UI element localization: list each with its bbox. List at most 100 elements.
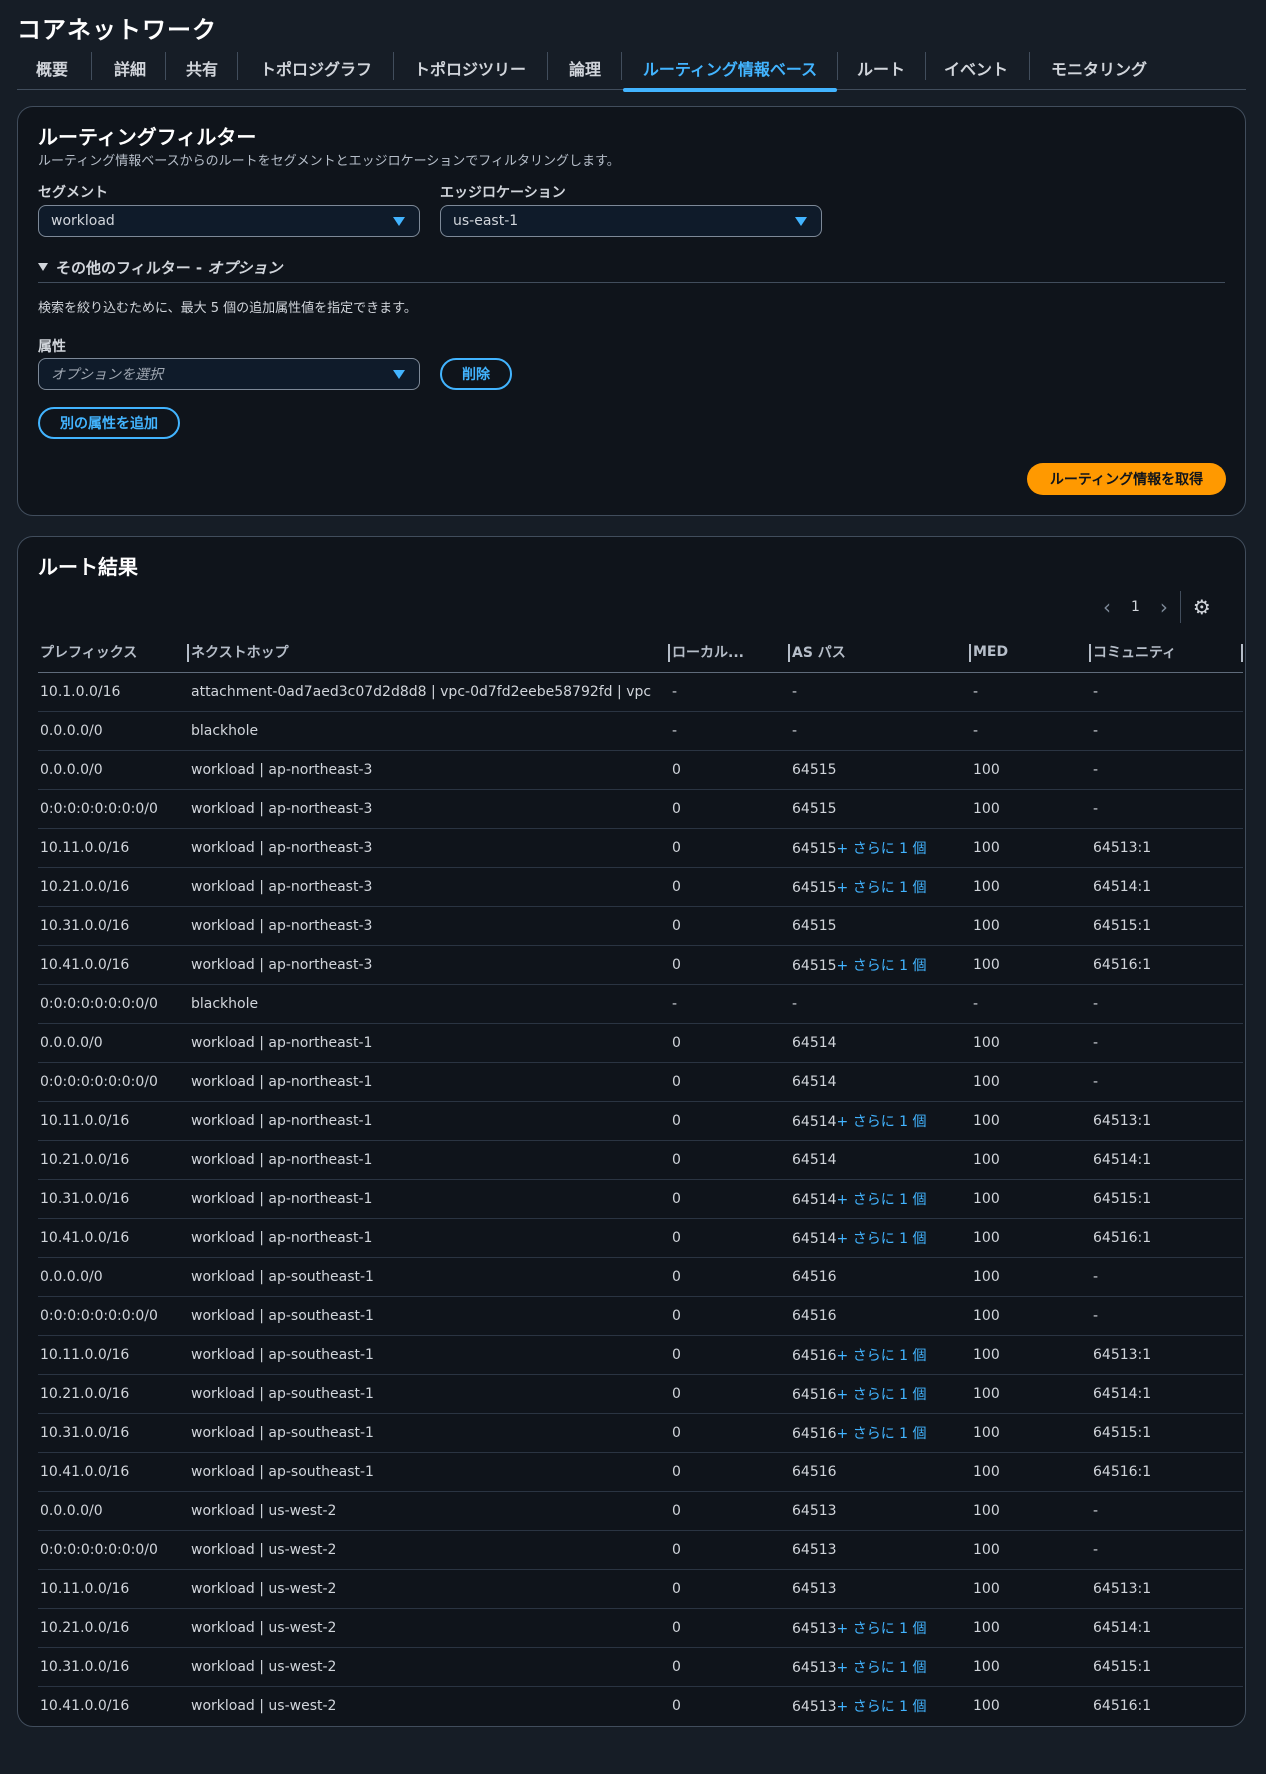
next-hop-cell-value: workload | us-west-2 xyxy=(191,1619,337,1636)
med-cell-value: 100 xyxy=(973,1190,1000,1207)
community-cell-value: - xyxy=(1093,1268,1099,1285)
as-path-cell: - xyxy=(790,711,971,751)
community-cell-value: - xyxy=(1093,683,1099,700)
community-cell: 64514:1 xyxy=(1091,1140,1243,1180)
next-hop-cell-value: workload | ap-northeast-3 xyxy=(191,878,373,895)
as-path-cell: 64516+ さらに 1 個 xyxy=(790,1413,971,1453)
prefix-cell: 0.0.0.0/0 xyxy=(38,711,189,751)
as-path-cell: 64513+ さらに 1 個 xyxy=(790,1647,971,1687)
prefix-cell-value: 10.41.0.0/16 xyxy=(40,1463,130,1480)
next-hop-cell-value: workload | ap-southeast-1 xyxy=(191,1424,374,1441)
as-path-more-link[interactable]: + さらに 1 個 xyxy=(837,1621,927,1637)
as-path-more-link[interactable]: + さらに 1 個 xyxy=(837,1192,927,1208)
column-header-next-hop[interactable]: ネクストホップ xyxy=(189,632,670,673)
column-header-med[interactable]: MED xyxy=(971,632,1091,673)
as-path-more-link[interactable]: + さらに 1 個 xyxy=(837,1660,927,1676)
column-header-local-preference[interactable]: ローカル... xyxy=(670,632,790,673)
prefix-cell-value: 10.21.0.0/16 xyxy=(40,1385,130,1402)
column-header-community[interactable]: コミュニティ xyxy=(1091,632,1243,673)
prefix-cell: 10.41.0.0/16 xyxy=(38,1218,189,1258)
local-preference-cell-value: 0 xyxy=(672,1307,681,1324)
local-preference-cell: 0 xyxy=(670,945,790,985)
as-path-cell: 64515 xyxy=(790,750,971,790)
community-cell: - xyxy=(1091,711,1243,751)
table-row: 10.11.0.0/16 workload | ap-northeast-1 0 64… xyxy=(38,1101,1243,1141)
gear-icon[interactable]: ⚙ xyxy=(1193,595,1211,619)
column-header-prefix[interactable]: プレフィックス xyxy=(38,632,189,673)
as-path-more-link[interactable]: + さらに 1 個 xyxy=(837,880,927,896)
tab-logical[interactable]: 論理 xyxy=(549,46,621,90)
table-row: 0:0:0:0:0:0:0:0/0 workload | ap-southeast… xyxy=(38,1296,1243,1336)
as-path-more-link[interactable]: + さらに 1 個 xyxy=(837,1348,927,1364)
table-row: 10.31.0.0/16 workload | ap-northeast-1 0 64… xyxy=(38,1179,1243,1219)
chevron-left-icon[interactable]: ‹ xyxy=(1103,595,1111,619)
routing-filter-title: ルーティングフィルター xyxy=(38,125,257,149)
attribute-select[interactable]: オプションを選択 xyxy=(38,358,420,390)
med-cell: 100 xyxy=(971,1374,1091,1414)
table-header-row: プレフィックス ネクストホップ ローカル... AS パス MED コミュニティ xyxy=(38,632,1243,673)
med-cell-value: - xyxy=(973,722,979,739)
as-path-more-link[interactable]: + さらに 1 個 xyxy=(837,1699,927,1715)
edge-location-select[interactable]: us-east-1 xyxy=(440,205,822,237)
segment-select[interactable]: workload xyxy=(38,205,420,237)
as-path-cell: 64513 xyxy=(790,1569,971,1609)
as-path-cell: 64515+ さらに 1 個 xyxy=(790,828,971,868)
as-path-more-link[interactable]: + さらに 1 個 xyxy=(837,1114,927,1130)
tab-events[interactable]: イベント xyxy=(927,46,1025,90)
local-preference-cell-value: 0 xyxy=(672,1229,681,1246)
column-header-as-path[interactable]: AS パス xyxy=(790,632,971,673)
tab-topology-graph[interactable]: トポロジグラフ xyxy=(241,46,391,90)
as-path-cell: 64514 xyxy=(790,1023,971,1063)
prefix-cell-value: 10.31.0.0/16 xyxy=(40,1658,130,1675)
tab-topology-tree[interactable]: トポロジツリー xyxy=(395,46,545,90)
prefix-cell: 10.21.0.0/16 xyxy=(38,1374,189,1414)
local-preference-cell: 0 xyxy=(670,1491,790,1531)
tab-routes[interactable]: ルート xyxy=(839,46,923,90)
local-preference-cell-value: 0 xyxy=(672,1580,681,1597)
local-preference-cell: 0 xyxy=(670,1101,790,1141)
prefix-cell-value: 10.11.0.0/16 xyxy=(40,1580,130,1597)
add-attribute-button[interactable]: 別の属性を追加 xyxy=(38,407,180,439)
remove-attribute-button[interactable]: 削除 xyxy=(440,358,512,390)
med-cell-value: 100 xyxy=(973,1463,1000,1480)
local-preference-cell-value: - xyxy=(672,995,678,1012)
local-preference-cell-value: 0 xyxy=(672,761,681,778)
page-number[interactable]: 1 xyxy=(1131,599,1140,615)
as-path-cell: 64514+ さらに 1 個 xyxy=(790,1218,971,1258)
as-path-cell: 64515+ さらに 1 個 xyxy=(790,867,971,907)
prefix-cell-value: 0.0.0.0/0 xyxy=(40,1502,103,1519)
tab-details[interactable]: 詳細 xyxy=(95,46,165,90)
prefix-cell: 10.11.0.0/16 xyxy=(38,1101,189,1141)
as-path-more-link[interactable]: + さらに 1 個 xyxy=(837,1426,927,1442)
as-path-more-link[interactable]: + さらに 1 個 xyxy=(837,841,927,857)
as-path-more-link[interactable]: + さらに 1 個 xyxy=(837,958,927,974)
as-path-more-link[interactable]: + さらに 1 個 xyxy=(837,1387,927,1403)
local-preference-cell: 0 xyxy=(670,1452,790,1492)
local-preference-cell-value: 0 xyxy=(672,1073,681,1090)
as-path-cell: 64516+ さらに 1 個 xyxy=(790,1374,971,1414)
as-path-cell: 64513 xyxy=(790,1491,971,1531)
tab-sharing[interactable]: 共有 xyxy=(167,46,237,90)
table-row: 0.0.0.0/0 workload | us-west-2 0 64513 100 - xyxy=(38,1491,1243,1531)
prefix-cell: 0.0.0.0/0 xyxy=(38,1023,189,1063)
caret-down-icon xyxy=(795,217,807,226)
as-path-more-link[interactable]: + さらに 1 個 xyxy=(837,1231,927,1247)
get-routing-info-button[interactable]: ルーティング情報を取得 xyxy=(1027,463,1226,495)
tab-overview[interactable]: 概要 xyxy=(17,46,87,90)
prefix-cell: 10.31.0.0/16 xyxy=(38,1647,189,1687)
more-filters-expander[interactable]: その他のフィルター - オプション xyxy=(38,257,282,278)
as-path-cell: 64515 xyxy=(790,906,971,946)
community-cell: 64514:1 xyxy=(1091,1374,1243,1414)
segment-label: セグメント xyxy=(38,185,108,201)
local-preference-cell-value: 0 xyxy=(672,1541,681,1558)
tab-monitoring[interactable]: モニタリング xyxy=(1031,46,1167,90)
chevron-right-icon[interactable]: › xyxy=(1160,595,1168,619)
community-cell-value: 64515:1 xyxy=(1093,1424,1152,1441)
tab-routing-information-base[interactable]: ルーティング情報ベース xyxy=(623,46,837,92)
local-preference-cell: 0 xyxy=(670,828,790,868)
next-hop-cell: workload | ap-northeast-1 xyxy=(189,1101,670,1141)
column-resizer[interactable] xyxy=(1241,644,1243,662)
as-path-cell-value: 64513 xyxy=(792,1620,837,1637)
tab-divider xyxy=(393,52,394,80)
local-preference-cell: 0 xyxy=(670,1257,790,1297)
